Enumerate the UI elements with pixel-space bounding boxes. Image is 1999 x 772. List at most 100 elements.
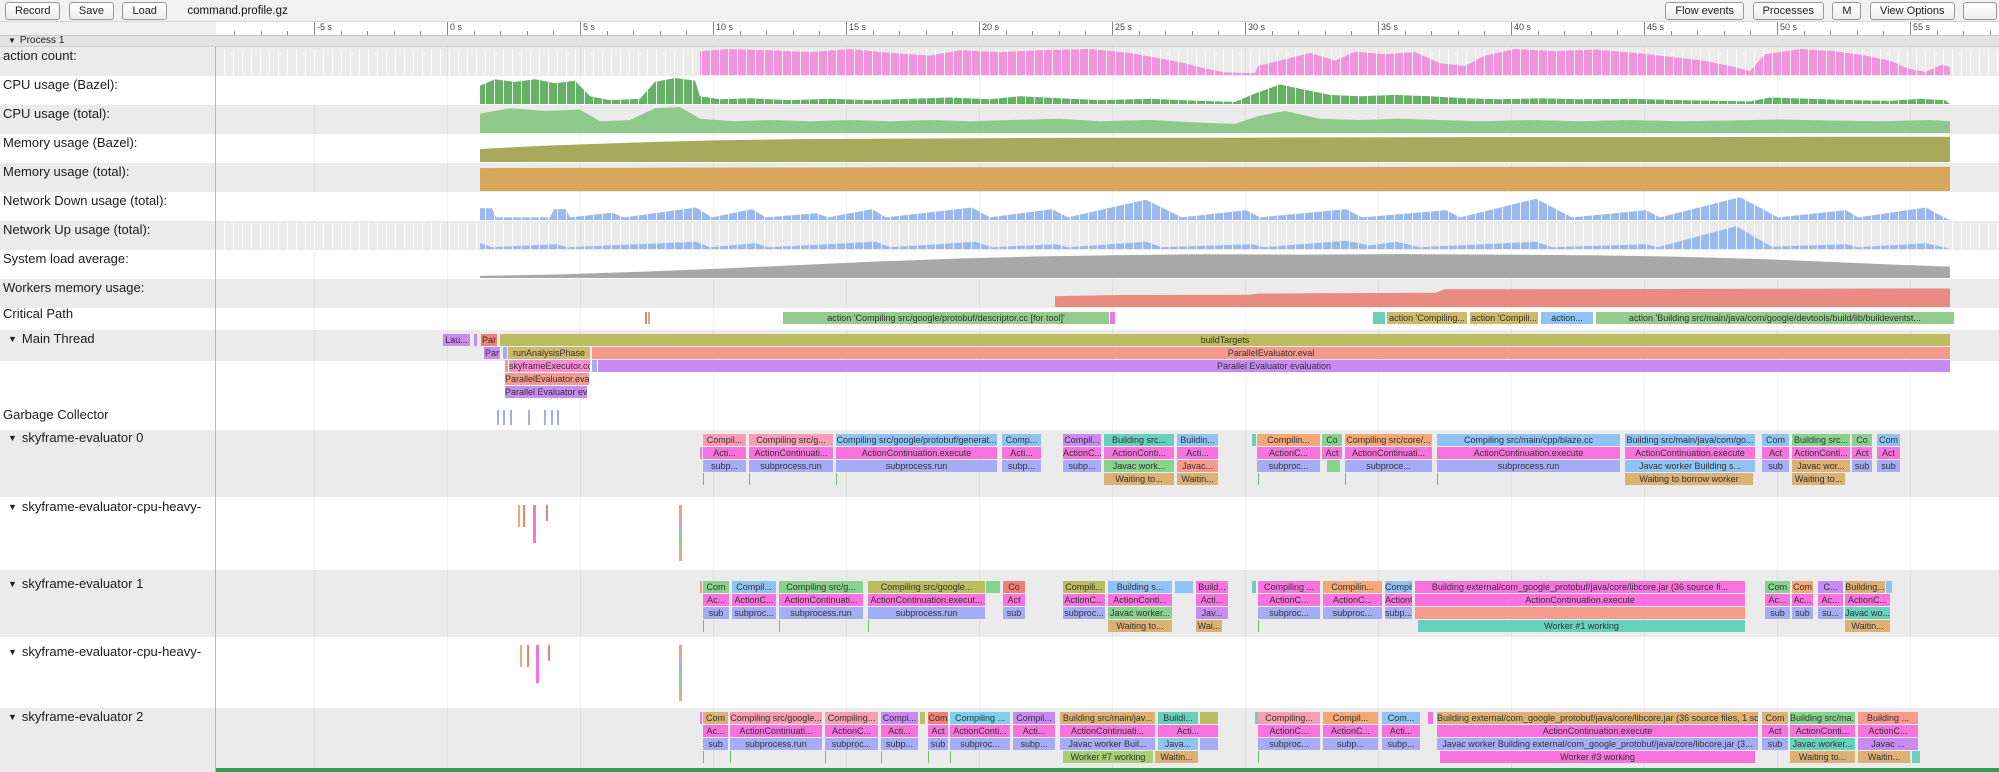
trace-slice[interactable]: Acti... [703,447,746,459]
trace-slice[interactable]: subp... [1323,738,1378,750]
trace-slice[interactable]: Lau... [443,334,470,346]
trace-slice[interactable]: ActionC... [1385,594,1412,606]
trace-slice[interactable]: Building src... [1792,434,1850,446]
trace-slice[interactable]: Acti... [881,725,918,737]
trace-slice[interactable]: ActionC... [1063,447,1101,459]
trace-slice[interactable]: ActionC... [1323,725,1378,737]
trace-slice[interactable]: Waitin... [1155,751,1198,763]
trace-tick[interactable] [1258,751,1259,763]
trace-tick[interactable] [679,687,682,701]
trace-slice[interactable]: Worker #7 working [1063,751,1153,763]
trace-tick[interactable] [703,620,704,632]
trace-slice[interactable] [1200,738,1218,750]
trace-slice[interactable]: subproc... [1063,607,1105,619]
trace-slice[interactable]: action 'Compiling src/google/protobuf/de… [783,312,1109,324]
trace-slice[interactable] [1428,712,1433,724]
trace-slice[interactable]: Javac ... [1858,738,1918,750]
trace-slice[interactable] [1912,751,1920,763]
trace-slice[interactable]: Waiting to... [1104,473,1174,485]
trace-slice[interactable]: ActionContinuati... [779,594,863,606]
trace-slice[interactable]: ActionC... [1858,725,1918,737]
trace-slice[interactable]: Javac work... [1104,460,1174,472]
trace-slice[interactable]: ActionConti... [950,725,1010,737]
trace-tick[interactable] [503,410,505,425]
trace-slice[interactable]: subp... [1382,738,1420,750]
trace-tick[interactable] [544,410,546,425]
flow-events-button[interactable]: Flow events [1665,2,1744,20]
trace-slice[interactable]: sub [1765,607,1790,619]
expander-triangle-icon[interactable]: ▼ [8,334,17,344]
trace-slice[interactable]: subproc... [950,738,1010,750]
trace-slice[interactable]: sub [1852,460,1872,472]
trace-slice[interactable]: Parallel Evaluator evaluation [505,386,587,398]
trace-slice[interactable] [503,347,507,359]
trace-slice[interactable]: subproc... [1323,607,1382,619]
trace-slice[interactable]: Com [1762,434,1789,446]
view-options-button[interactable]: View Options [1870,2,1955,20]
trace-slice[interactable]: ActionContinuati... [1060,725,1155,737]
trace-tick[interactable] [749,473,750,485]
trace-slice[interactable]: Building src... [1104,434,1174,446]
trace-tick[interactable] [527,645,529,667]
trace-slice[interactable]: Co [1852,434,1872,446]
trace-slice[interactable]: ActionContinuation.execute [1437,447,1620,459]
trace-slice[interactable]: Compiling src/google... [868,581,985,593]
trace-slice[interactable]: Javac wor... [1792,460,1850,472]
trace-slice[interactable] [700,712,702,724]
track-label-garbage-collector[interactable]: Garbage Collector [3,407,109,422]
trace-tick[interactable] [557,410,559,425]
trace-slice[interactable]: Javac worker Building external/com_googl… [1437,738,1758,750]
trace-slice[interactable]: ActionContinuation.execute [1625,447,1755,459]
trace-slice[interactable]: su... [1818,607,1843,619]
trace-slice[interactable]: Ac... [1765,594,1790,606]
trace-slice[interactable]: Waitin... [1858,751,1910,763]
trace-slice[interactable]: Building external/com_google_protobuf/ja… [1437,712,1758,724]
trace-slice[interactable]: Com [1877,434,1900,446]
trace-slice[interactable]: Acti... [1002,447,1041,459]
trace-slice[interactable]: Compilin... [1257,434,1320,446]
trace-tick[interactable] [523,505,525,527]
trace-slice[interactable]: ActionContinuati... [1345,447,1432,459]
trace-slice[interactable]: Compiling src/main/cpp/blaze.cc [1437,434,1620,446]
trace-tick[interactable] [1345,473,1346,485]
trace-slice[interactable]: runAnalysisPhase [508,347,590,359]
trace-slice[interactable]: Javac... [1177,460,1218,472]
trace-slice[interactable]: subp... [1385,607,1412,619]
track-label-critical-path[interactable]: Critical Path [3,306,73,321]
trace-slice[interactable]: Compiling ... [950,712,1010,724]
trace-slice[interactable]: subprocess.run [836,460,997,472]
trace-slice[interactable]: Act [1877,447,1900,459]
trace-slice[interactable]: Compil... [1385,581,1412,593]
trace-slice[interactable]: sub [1762,738,1788,750]
trace-slice[interactable]: subprocess.run [779,607,863,619]
trace-slice[interactable]: ActionConti... [1108,594,1172,606]
trace-tick[interactable] [868,620,869,632]
trace-tick[interactable] [928,751,929,763]
trace-slice[interactable]: Compil... [732,581,776,593]
trace-tick[interactable] [518,505,520,527]
trace-slice[interactable]: Com... [1382,712,1420,724]
trace-tick[interactable] [881,751,882,763]
trace-slice[interactable]: Compiling src/google... [730,712,822,724]
trace-slice[interactable] [1373,312,1385,324]
trace-slice[interactable] [1886,581,1892,593]
trace-slice[interactable] [1110,312,1115,324]
track-label-network-down-usage-total[interactable]: Network Down usage (total): [3,193,167,208]
trace-slice[interactable]: Comp... [1002,434,1041,446]
trace-slice[interactable]: ActionConti... [1104,447,1174,459]
trace-slice[interactable]: Co [1003,581,1025,593]
expander-triangle-icon[interactable]: ▼ [8,579,17,589]
track-label-skyframe-evaluator-cpu-heavy-a[interactable]: ▼skyframe-evaluator-cpu-heavy- [8,499,201,514]
trace-slice[interactable]: Acti... [1158,725,1218,737]
trace-slice[interactable]: ActionC... [1845,594,1890,606]
trace-tick[interactable] [679,533,682,547]
trace-slice[interactable]: Parallel Evaluator evaluation [598,360,1950,372]
trace-slice[interactable]: Par [484,347,500,359]
trace-slice[interactable] [1415,607,1745,619]
trace-slice[interactable]: Waiting to... [1790,751,1855,763]
trace-slice[interactable]: Javac worker Building s... [1625,460,1755,472]
trace-tick[interactable] [679,519,682,533]
trace-tick[interactable] [679,505,682,519]
trace-slice[interactable]: subp... [881,738,918,750]
trace-slice[interactable]: ActionContinuati... [749,447,833,459]
